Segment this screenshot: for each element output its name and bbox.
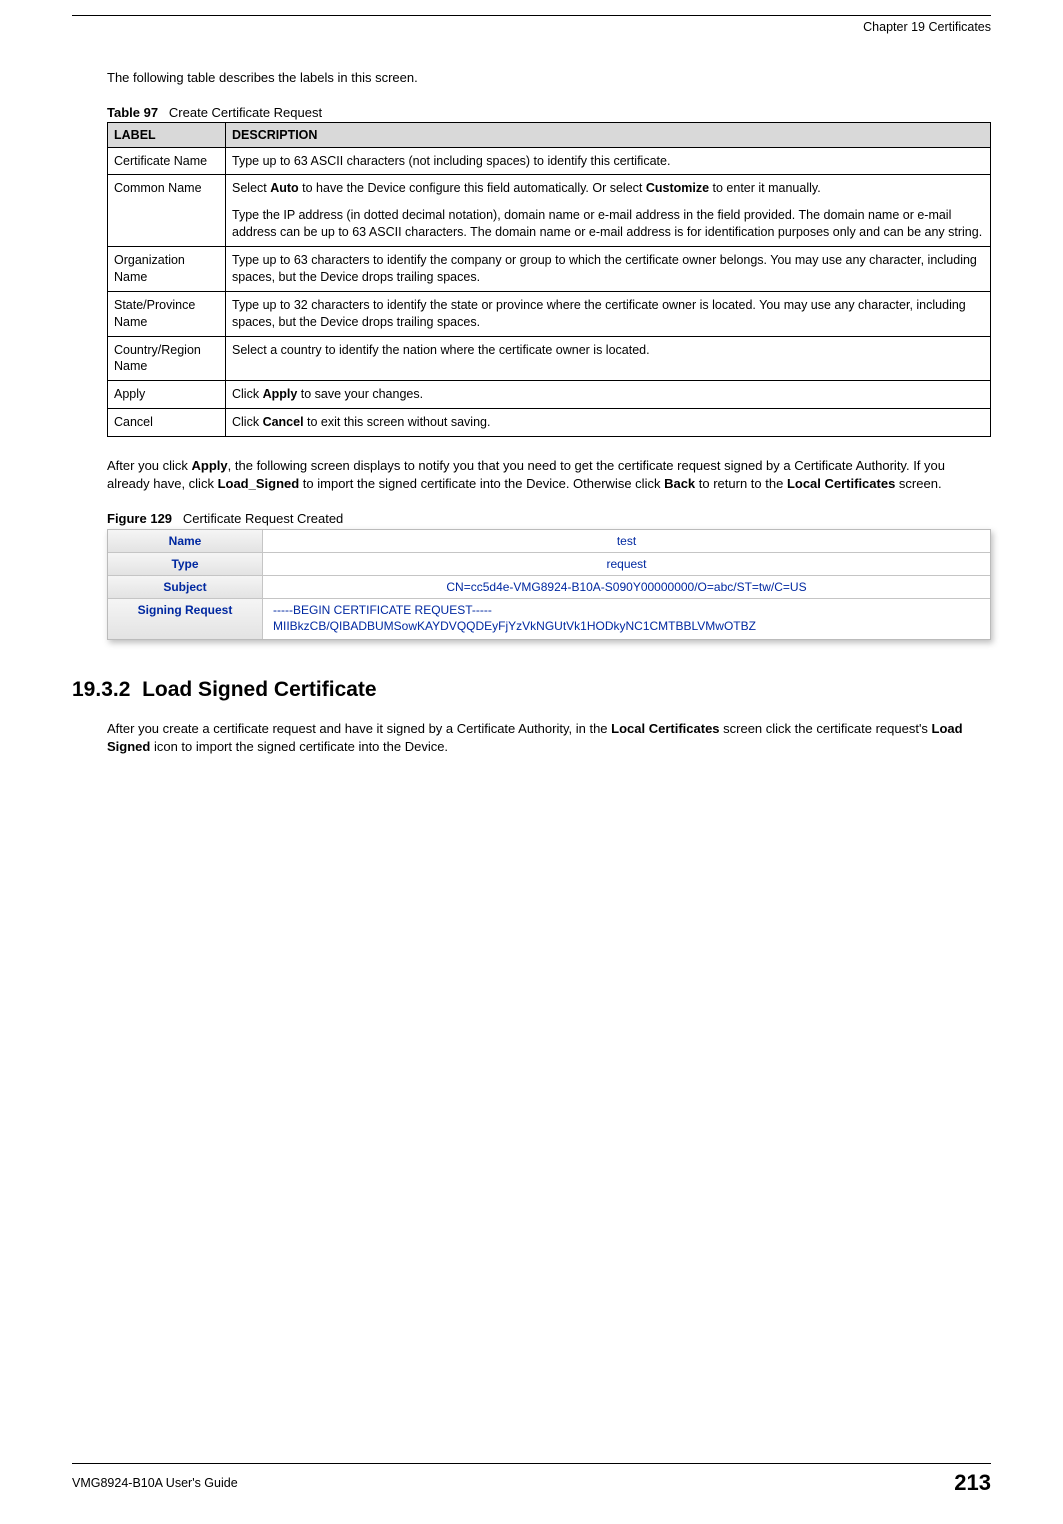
- table-97: LABEL DESCRIPTION Certificate Name Type …: [107, 122, 991, 438]
- table-caption-num: Table 97: [107, 105, 158, 120]
- cell-desc: Type up to 63 characters to identify the…: [226, 247, 991, 292]
- cell-label: Organization Name: [108, 247, 226, 292]
- figure-row-subject: Subject CN=cc5d4e-VMG8924-B10A-S090Y0000…: [108, 576, 990, 599]
- footer-guide-name: VMG8924-B10A User's Guide: [72, 1476, 238, 1490]
- figure-label-subject: Subject: [108, 576, 263, 598]
- figure-label-type: Type: [108, 553, 263, 575]
- cell-desc: Type up to 63 ASCII characters (not incl…: [226, 147, 991, 175]
- table-caption: Table 97 Create Certificate Request: [107, 105, 991, 120]
- cell-desc: Click Apply to save your changes.: [226, 381, 991, 409]
- table-row: State/Province Name Type up to 32 charac…: [108, 291, 991, 336]
- th-description: DESCRIPTION: [226, 122, 991, 147]
- table-caption-title: Create Certificate Request: [169, 105, 322, 120]
- cell-desc: Click Cancel to exit this screen without…: [226, 409, 991, 437]
- figure-caption-title: Certificate Request Created: [183, 511, 343, 526]
- section-number: 19.3.2: [72, 678, 130, 701]
- table-row: Apply Click Apply to save your changes.: [108, 381, 991, 409]
- cell-label: Cancel: [108, 409, 226, 437]
- figure-row-name: Name test: [108, 530, 990, 553]
- th-label: LABEL: [108, 122, 226, 147]
- cell-label: Apply: [108, 381, 226, 409]
- cell-desc: Select Auto to have the Device configure…: [226, 175, 991, 247]
- cell-label: Country/Region Name: [108, 336, 226, 381]
- figure-label-name: Name: [108, 530, 263, 552]
- cell-desc: Type up to 32 characters to identify the…: [226, 291, 991, 336]
- cell-label: State/Province Name: [108, 291, 226, 336]
- figure-value-subject: CN=cc5d4e-VMG8924-B10A-S090Y00000000/O=a…: [263, 576, 990, 598]
- table-row: Country/Region Name Select a country to …: [108, 336, 991, 381]
- table-row: Organization Name Type up to 63 characte…: [108, 247, 991, 292]
- page-footer: VMG8924-B10A User's Guide 213: [72, 1463, 991, 1496]
- figure-row-type: Type request: [108, 553, 990, 576]
- figure-screenshot: Name test Type request Subject CN=cc5d4e…: [107, 529, 991, 639]
- table-header-row: LABEL DESCRIPTION: [108, 122, 991, 147]
- figure-label-signing: Signing Request: [108, 599, 263, 638]
- figure-value-signing: -----BEGIN CERTIFICATE REQUEST----- MIIB…: [263, 599, 990, 638]
- figure-value-name: test: [263, 530, 990, 552]
- cell-label: Common Name: [108, 175, 226, 247]
- page-number: 213: [954, 1470, 991, 1496]
- figure-caption: Figure 129 Certificate Request Created: [107, 511, 991, 526]
- section-paragraph: After you create a certificate request a…: [107, 720, 991, 756]
- chapter-header: Chapter 19 Certificates: [72, 20, 991, 34]
- after-table-paragraph: After you click Apply, the following scr…: [107, 457, 991, 493]
- figure-value-type: request: [263, 553, 990, 575]
- figure-caption-num: Figure 129: [107, 511, 172, 526]
- section-heading: 19.3.2 Load Signed Certificate: [72, 678, 991, 702]
- table-row: Certificate Name Type up to 63 ASCII cha…: [108, 147, 991, 175]
- intro-text: The following table describes the labels…: [107, 69, 991, 87]
- figure-row-signing: Signing Request -----BEGIN CERTIFICATE R…: [108, 599, 990, 638]
- cell-label: Certificate Name: [108, 147, 226, 175]
- table-row: Common Name Select Auto to have the Devi…: [108, 175, 991, 247]
- table-row: Cancel Click Cancel to exit this screen …: [108, 409, 991, 437]
- section-title: Load Signed Certificate: [142, 678, 377, 701]
- cell-desc: Select a country to identify the nation …: [226, 336, 991, 381]
